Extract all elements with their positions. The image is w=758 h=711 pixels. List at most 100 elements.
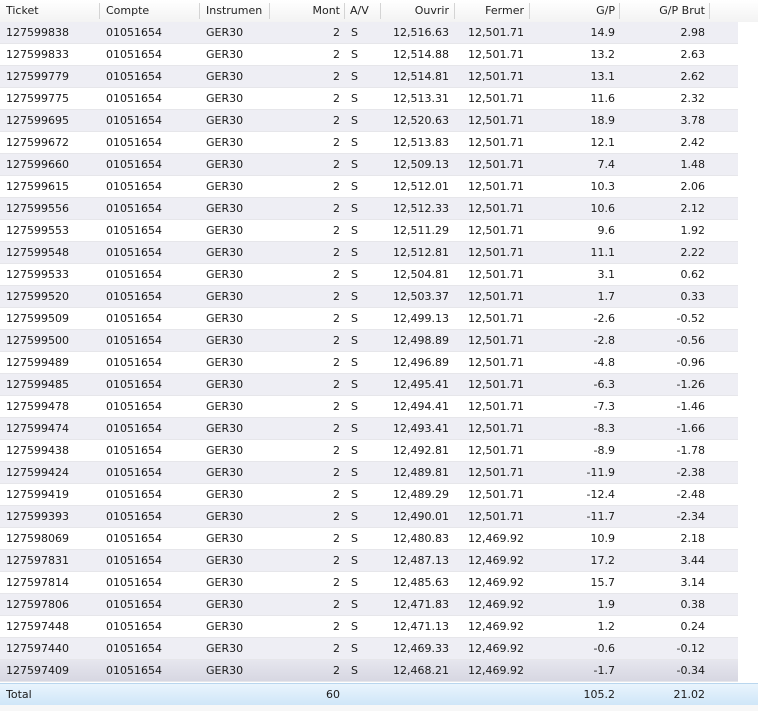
table-row[interactable]: 127598069 01051654 GER30 2 S 12,480.83 12,469.… (0, 528, 738, 550)
cell-account: 01051654 (106, 356, 162, 369)
table-row[interactable]: 127599509 01051654 GER30 2 S 12,499.13 12,501.… (0, 308, 738, 330)
table-row[interactable]: 127599672 01051654 GER30 2 S 12,513.83 12,501.… (0, 132, 738, 154)
cell-pl: 10.6 (590, 202, 616, 215)
cell-open: 12,514.88 (393, 48, 449, 61)
cell-ticket: 127599438 (6, 444, 69, 457)
table-row[interactable]: 127599500 01051654 GER30 2 S 12,498.89 12,501.… (0, 330, 738, 352)
table-row[interactable]: 127599775 01051654 GER30 2 S 12,513.31 12,501.… (0, 88, 738, 110)
cell-side: S (351, 356, 358, 369)
table-row[interactable]: 127597448 01051654 GER30 2 S 12,471.13 12,469.… (0, 616, 738, 638)
cell-side: S (351, 642, 358, 655)
cell-amount: 2 (333, 224, 340, 237)
cell-side: S (351, 202, 358, 215)
cell-side: S (351, 268, 358, 281)
cell-account: 01051654 (106, 92, 162, 105)
cell-instrument: GER30 (206, 400, 244, 413)
table-row[interactable]: 127599833 01051654 GER30 2 S 12,514.88 12,501.… (0, 44, 738, 66)
table-row[interactable]: 127597409 01051654 GER30 2 S 12,468.21 12,469.… (0, 660, 738, 682)
cell-pl-gross: -0.52 (676, 312, 705, 325)
cell-pl-gross: -1.46 (676, 400, 705, 413)
cell-pl-gross: -0.12 (676, 642, 705, 655)
table-row[interactable]: 127599838 01051654 GER30 2 S 12,516.63 12,501.… (0, 22, 738, 44)
cell-side: S (351, 48, 358, 61)
cell-pl-gross: 1.48 (680, 158, 706, 171)
cell-account: 01051654 (106, 664, 162, 677)
cell-instrument: GER30 (206, 224, 244, 237)
table-row[interactable]: 127597440 01051654 GER30 2 S 12,469.33 12,469.… (0, 638, 738, 660)
cell-close: 12,501.71 (468, 444, 524, 457)
table-row[interactable]: 127599615 01051654 GER30 2 S 12,512.01 12,501.… (0, 176, 738, 198)
cell-close: 12,501.71 (468, 180, 524, 193)
column-header-close[interactable]: Fermer (455, 0, 524, 22)
column-header-open[interactable]: Ouvrir (381, 0, 449, 22)
cell-open: 12,480.83 (393, 532, 449, 545)
table-row[interactable]: 127599393 01051654 GER30 2 S 12,490.01 12,501.… (0, 506, 738, 528)
table-row[interactable]: 127599520 01051654 GER30 2 S 12,503.37 12,501.… (0, 286, 738, 308)
table-row[interactable]: 127597814 01051654 GER30 2 S 12,485.63 12,469.… (0, 572, 738, 594)
cell-side: S (351, 488, 358, 501)
column-header-pl[interactable]: G/P (530, 0, 615, 22)
cell-ticket: 127599838 (6, 26, 69, 39)
column-separator[interactable] (99, 3, 100, 19)
column-header-pl-gross[interactable]: G/P Brut (620, 0, 705, 22)
column-header-side[interactable]: A/V (350, 0, 380, 22)
cell-ticket: 127599695 (6, 114, 69, 127)
cell-open: 12,471.13 (393, 620, 449, 633)
cell-amount: 2 (333, 290, 340, 303)
column-header-account[interactable]: Compte (106, 0, 198, 22)
table-row[interactable]: 127599553 01051654 GER30 2 S 12,511.29 12,501.… (0, 220, 738, 242)
cell-close: 12,501.71 (468, 114, 524, 127)
cell-ticket: 127597440 (6, 642, 69, 655)
column-separator[interactable] (199, 3, 200, 19)
table-row[interactable]: 127599438 01051654 GER30 2 S 12,492.81 12,501.… (0, 440, 738, 462)
table-row[interactable]: 127599424 01051654 GER30 2 S 12,489.81 12,501.… (0, 462, 738, 484)
cell-pl-gross: -1.66 (676, 422, 705, 435)
cell-close: 12,501.71 (468, 158, 524, 171)
cell-side: S (351, 400, 358, 413)
cell-pl: 10.9 (590, 532, 616, 545)
cell-instrument: GER30 (206, 554, 244, 567)
cell-side: S (351, 246, 358, 259)
cell-amount: 2 (333, 554, 340, 567)
table-row[interactable]: 127599419 01051654 GER30 2 S 12,489.29 12,501.… (0, 484, 738, 506)
table-row[interactable]: 127597831 01051654 GER30 2 S 12,487.13 12,469.… (0, 550, 738, 572)
cell-pl-gross: -1.78 (676, 444, 705, 457)
cell-side: S (351, 598, 358, 611)
cell-pl-gross: 1.92 (680, 224, 706, 237)
cell-instrument: GER30 (206, 92, 244, 105)
column-separator[interactable] (709, 3, 710, 19)
cell-account: 01051654 (106, 400, 162, 413)
cell-instrument: GER30 (206, 334, 244, 347)
cell-account: 01051654 (106, 180, 162, 193)
column-header-ticket[interactable]: Ticket (6, 0, 98, 22)
table-row[interactable]: 127599533 01051654 GER30 2 S 12,504.81 12,501.… (0, 264, 738, 286)
table-row[interactable]: 127599556 01051654 GER30 2 S 12,512.33 12,501.… (0, 198, 738, 220)
cell-pl: 1.7 (597, 290, 616, 303)
cell-pl-gross: 2.62 (680, 70, 706, 83)
cell-pl: 14.9 (590, 26, 616, 39)
cell-account: 01051654 (106, 312, 162, 325)
table-row[interactable]: 127599474 01051654 GER30 2 S 12,493.41 12,501.… (0, 418, 738, 440)
table-row[interactable]: 127599548 01051654 GER30 2 S 12,512.81 12,501.… (0, 242, 738, 264)
column-header-amount[interactable]: Mont (270, 0, 340, 22)
table-row[interactable]: 127599485 01051654 GER30 2 S 12,495.41 12,501.… (0, 374, 738, 396)
table-row[interactable]: 127597806 01051654 GER30 2 S 12,471.83 12,469.… (0, 594, 738, 616)
cell-instrument: GER30 (206, 158, 244, 171)
cell-ticket: 127599424 (6, 466, 69, 479)
cell-amount: 2 (333, 334, 340, 347)
cell-pl: 10.3 (590, 180, 616, 193)
table-row[interactable]: 127599478 01051654 GER30 2 S 12,494.41 12,501.… (0, 396, 738, 418)
cell-ticket: 127597814 (6, 576, 69, 589)
cell-ticket: 127599615 (6, 180, 69, 193)
cell-pl: 15.7 (590, 576, 616, 589)
column-separator[interactable] (344, 3, 345, 19)
table-row[interactable]: 127599695 01051654 GER30 2 S 12,520.63 12,501.… (0, 110, 738, 132)
table-row[interactable]: 127599660 01051654 GER30 2 S 12,509.13 12,501.… (0, 154, 738, 176)
cell-instrument: GER30 (206, 268, 244, 281)
column-header-instrument[interactable]: Instrumen (206, 0, 268, 22)
cell-instrument: GER30 (206, 246, 244, 259)
cell-amount: 2 (333, 532, 340, 545)
table-row[interactable]: 127599779 01051654 GER30 2 S 12,514.81 12,501.… (0, 66, 738, 88)
cell-side: S (351, 576, 358, 589)
table-row[interactable]: 127599489 01051654 GER30 2 S 12,496.89 12,501.… (0, 352, 738, 374)
